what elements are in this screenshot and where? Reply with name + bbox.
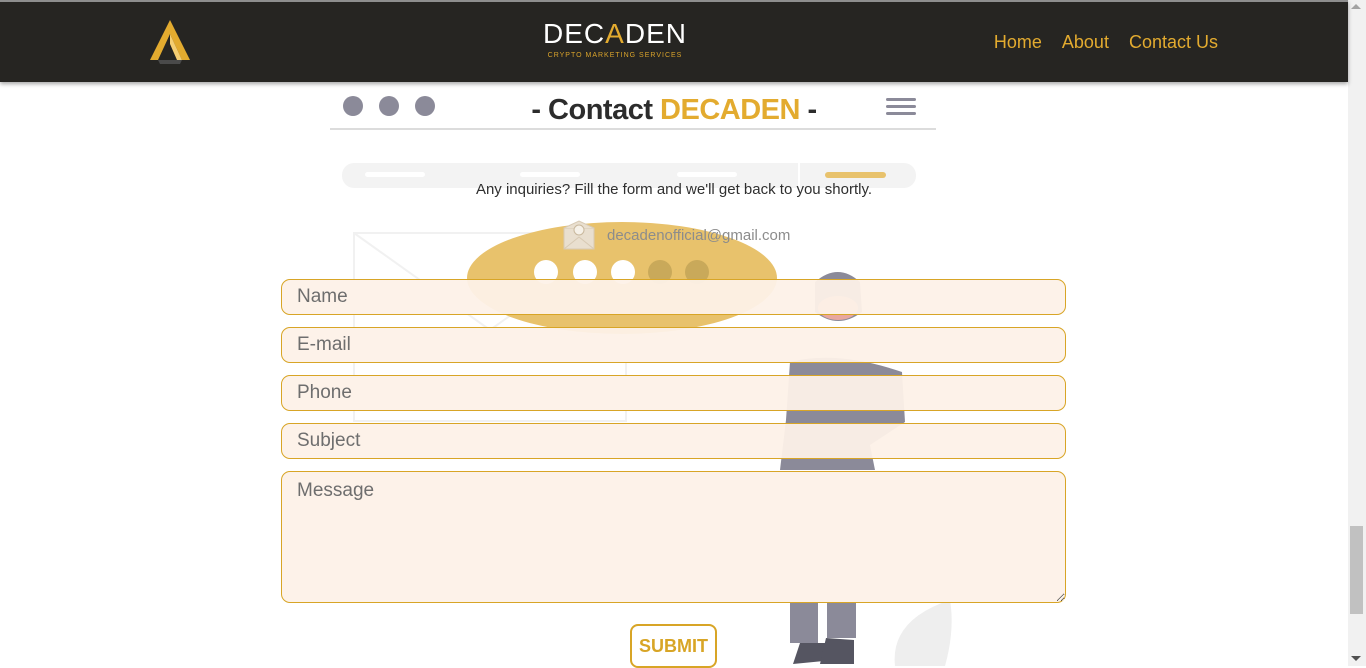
main-nav: Home About Contact Us: [994, 32, 1218, 53]
contact-subtitle: Any inquiries? Fill the form and we'll g…: [475, 181, 873, 198]
submit-button[interactable]: SUBMIT: [630, 624, 717, 668]
brand-name: DECADEN: [543, 18, 687, 49]
contact-email: decadenofficial@gmail.com: [563, 220, 790, 250]
mail-icon: [563, 220, 595, 250]
phone-field[interactable]: [281, 375, 1066, 411]
nav-about[interactable]: About: [1062, 32, 1109, 53]
window-dot-1: [343, 96, 363, 116]
scroll-up-arrow-icon[interactable]: [1351, 4, 1361, 9]
nav-contact-us[interactable]: Contact Us: [1129, 32, 1218, 53]
hamburger-icon: [886, 98, 916, 115]
brand-tagline: CRYPTO MARKETING SERVICES: [547, 52, 683, 59]
site-header: DECADEN CRYPTO MARKETING SERVICES Home A…: [0, 0, 1348, 82]
email-field[interactable]: [281, 327, 1066, 363]
message-field[interactable]: [281, 471, 1066, 603]
leaf-decoration: [894, 600, 952, 666]
subject-field[interactable]: [281, 423, 1066, 459]
page-title: - Contact DECADEN -: [531, 94, 817, 126]
nav-home[interactable]: Home: [994, 32, 1042, 53]
decaden-logo-icon[interactable]: [149, 18, 191, 64]
name-field[interactable]: [281, 279, 1066, 315]
email-address[interactable]: decadenofficial@gmail.com: [607, 227, 790, 244]
scroll-down-arrow-icon[interactable]: [1351, 656, 1361, 661]
window-dot-2: [379, 96, 399, 116]
brand[interactable]: DECADEN CRYPTO MARKETING SERVICES: [540, 19, 690, 61]
window-dot-3: [415, 96, 435, 116]
scrollbar-thumb[interactable]: [1350, 526, 1363, 614]
